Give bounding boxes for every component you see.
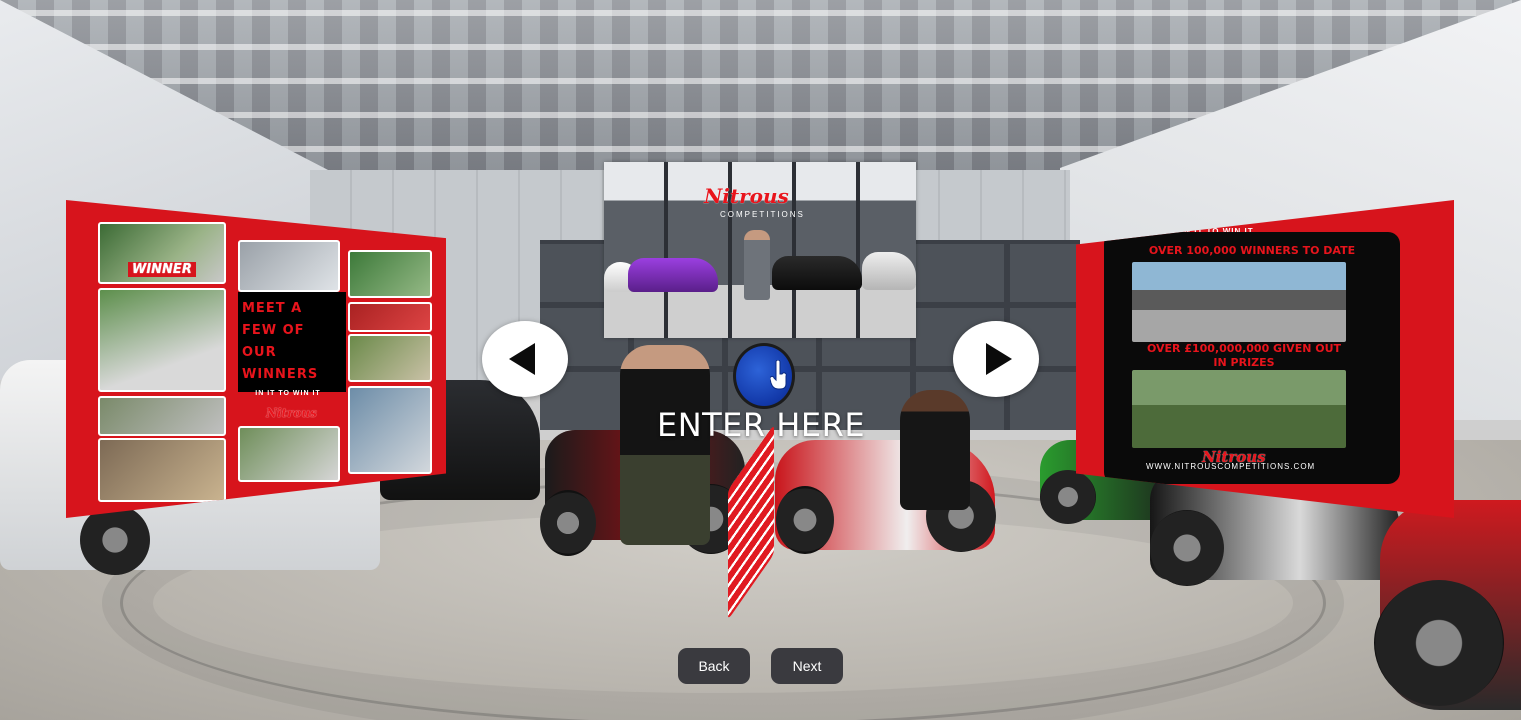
winner-photo: [98, 396, 226, 436]
prizes-headline: OVER £100,000,000 GIVEN OUT IN PRIZES: [1146, 342, 1342, 369]
winner-photo: [348, 250, 432, 298]
video-car: [628, 258, 718, 292]
stats-panel-right[interactable]: IN IT TO WIN IT OVER 100,000 WINNERS TO …: [1076, 200, 1454, 518]
panel-tagline: IN IT TO WIN IT: [255, 390, 321, 397]
chevron-right-icon: [986, 343, 1012, 375]
chevron-left-icon: [509, 343, 535, 375]
winners-heading: MEET A FEW OF OUR WINNERS: [238, 292, 346, 392]
next-arrow-button[interactable]: [953, 321, 1039, 397]
winners-panel-left[interactable]: MEET A FEW OF OUR WINNERS IN IT TO WIN I…: [66, 200, 446, 518]
nitrous-logo: Nitrous: [266, 406, 317, 420]
promo-video[interactable]: Nitrous COMPETITIONS: [604, 162, 916, 338]
back-button[interactable]: Back: [678, 648, 750, 684]
video-car: [862, 252, 916, 290]
video-presenter: [744, 230, 770, 300]
winner-photo: [1132, 262, 1346, 342]
winner-photo: [348, 302, 432, 332]
winner-photo: [98, 438, 226, 502]
next-button[interactable]: Next: [771, 648, 843, 684]
bike-wheel: [1374, 580, 1504, 706]
nitrous-logo: Nitrous: [704, 184, 789, 208]
winner-photo: [348, 386, 432, 474]
logo-subtitle: COMPETITIONS: [720, 210, 805, 219]
bike-wheel: [1150, 510, 1224, 586]
enter-hotspot-button[interactable]: [733, 343, 795, 409]
winner-caption: WINNER: [128, 262, 196, 277]
winner-photo: [98, 288, 226, 392]
winner-photo: [1132, 370, 1346, 448]
car-wheel: [80, 505, 150, 575]
bike-wheel: [1040, 470, 1096, 524]
bike-wheel: [776, 486, 834, 554]
winner-photo: [238, 240, 340, 292]
website-url: WWW.NITROUSCOMPETITIONS.COM: [1146, 462, 1316, 471]
bike-wheel: [540, 490, 596, 556]
enter-here-label[interactable]: ENTER HERE: [648, 406, 874, 444]
hand-pointer-icon: [770, 360, 787, 390]
presenter-woman: [900, 390, 970, 510]
video-car: [772, 256, 862, 290]
stats-panel-inner: OVER 100,000 WINNERS TO DATE OVER £100,0…: [1104, 232, 1400, 484]
winners-count-headline: OVER 100,000 WINNERS TO DATE: [1148, 244, 1356, 257]
presenter-man: [620, 345, 710, 545]
winner-photo: [348, 334, 432, 382]
previous-arrow-button[interactable]: [482, 321, 568, 397]
panorama-scene[interactable]: MEET A FEW OF OUR WINNERS IN IT TO WIN I…: [0, 0, 1521, 720]
winner-photo: [238, 426, 340, 482]
